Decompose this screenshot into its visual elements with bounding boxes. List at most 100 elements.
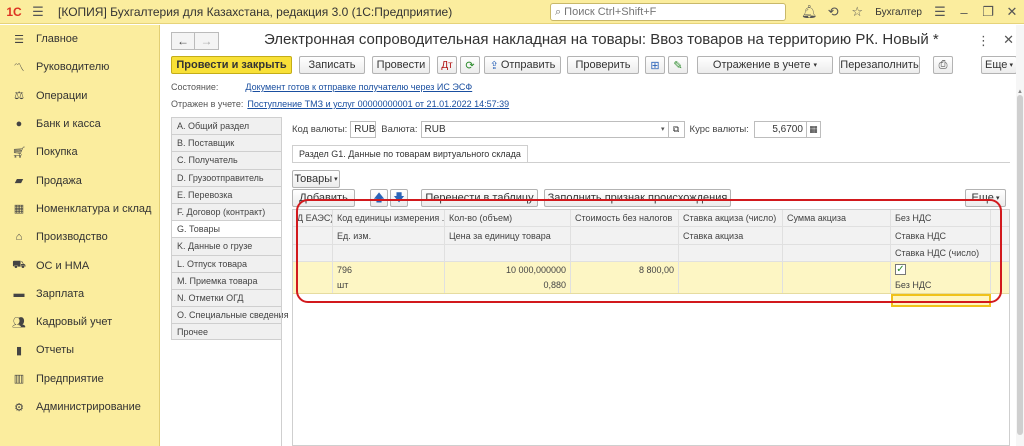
- tab-item[interactable]: K. Данные о грузе: [171, 237, 282, 255]
- reflected-link[interactable]: Поступление ТМЗ и услуг 00000000001 от 2…: [247, 99, 509, 109]
- tab-item[interactable]: Прочее: [171, 323, 282, 341]
- table-row[interactable]: шт 0,880 Без НДС: [293, 277, 1009, 294]
- table-cell[interactable]: Без НДС: [891, 277, 991, 293]
- currency-code-field[interactable]: RUB: [350, 120, 377, 138]
- tab-item[interactable]: G. Товары: [171, 220, 282, 238]
- forward-button[interactable]: →: [195, 32, 219, 50]
- table-row[interactable]: 796 10 000,000000 8 800,00 ✓: [293, 262, 1009, 277]
- table-cell[interactable]: шт: [333, 277, 445, 293]
- tab-item[interactable]: L. Отпуск товара: [171, 254, 282, 272]
- global-search[interactable]: ⌕: [550, 3, 786, 21]
- send-button[interactable]: ⇪ Отправить: [484, 56, 561, 74]
- table-cell[interactable]: 0,880: [445, 277, 571, 293]
- open-icon[interactable]: ⧉: [668, 120, 685, 138]
- document-toolbar: Провести и закрыть Записать Провести Дт …: [171, 56, 1017, 76]
- back-button[interactable]: ←: [171, 32, 195, 50]
- calculator-icon[interactable]: ▦: [806, 120, 821, 138]
- table-cell: [571, 227, 679, 244]
- arrow-down-icon[interactable]: 🡇: [390, 189, 408, 207]
- sidebar-item[interactable]: ☰ Главное: [0, 25, 159, 53]
- factory-icon: ⌂: [15, 231, 23, 244]
- goods-menu-button[interactable]: Товары ▾: [292, 170, 340, 188]
- state-link[interactable]: Документ готов к отправке получателю чер…: [245, 82, 472, 92]
- sidebar-item[interactable]: 🛒︎ Покупка: [0, 138, 159, 166]
- no-vat-checkbox[interactable]: ✓: [895, 264, 906, 275]
- trend-icon: 〽: [13, 62, 25, 75]
- bell-icon[interactable]: 🔔︎: [797, 0, 821, 24]
- subtab-divider: [292, 162, 1010, 163]
- table-cell: Ставка НДС: [891, 227, 991, 244]
- sidebar-item[interactable]: ● Банк и касса: [0, 110, 159, 138]
- tab-item[interactable]: B. Поставщик: [171, 134, 282, 152]
- main-menu-icon[interactable]: ☰: [28, 0, 48, 24]
- structure-icon[interactable]: ⊞: [645, 56, 665, 74]
- tab-section-g1[interactable]: Раздел G1. Данные по товарам виртуальног…: [292, 145, 528, 162]
- table-cell[interactable]: [679, 262, 783, 277]
- user-name[interactable]: Бухгалтер: [875, 7, 922, 18]
- active-cell[interactable]: [891, 294, 991, 307]
- wallet-icon: ▬: [13, 287, 25, 300]
- tab-item[interactable]: D. Грузоотправитель: [171, 168, 282, 186]
- save-button[interactable]: Записать: [299, 56, 365, 74]
- reflected-label: Отражен в учете:: [171, 99, 244, 109]
- table-cell[interactable]: [293, 262, 333, 277]
- table-cell[interactable]: [783, 277, 891, 293]
- refresh-icon[interactable]: ⟳: [460, 56, 480, 74]
- tab-item[interactable]: C. Получатель: [171, 151, 282, 169]
- rate-field[interactable]: 5,6700: [753, 120, 807, 138]
- scroll-thumb[interactable]: [1017, 95, 1023, 435]
- minimize-icon[interactable]: –: [952, 0, 976, 24]
- post-button[interactable]: Провести: [372, 56, 430, 74]
- table-cell[interactable]: [679, 277, 783, 293]
- table-cell[interactable]: ✓: [891, 262, 991, 277]
- table-cell[interactable]: [293, 277, 333, 293]
- tab-item[interactable]: E. Перевозка: [171, 185, 282, 203]
- sidebar-item[interactable]: 👥︎ Кадровый учет: [0, 308, 159, 336]
- table-more-button[interactable]: Еще ▾: [965, 189, 1006, 207]
- transfer-button[interactable]: Перенести в таблицу: [421, 189, 538, 207]
- more-label: Еще: [985, 59, 1008, 71]
- arrow-up-icon[interactable]: 🡅: [370, 189, 388, 207]
- sidebar-item[interactable]: ⚖ Операции: [0, 82, 159, 110]
- table-cell[interactable]: [783, 262, 891, 277]
- tab-item[interactable]: A. Общий раздел: [171, 117, 282, 135]
- dropdown-icon[interactable]: ▾: [661, 125, 665, 133]
- check-button[interactable]: Проверить: [567, 56, 639, 74]
- vertical-scrollbar[interactable]: ▲: [1016, 25, 1024, 446]
- history-icon[interactable]: ⟲: [821, 0, 845, 24]
- add-button[interactable]: Добавить: [292, 189, 355, 207]
- close-icon[interactable]: ✕: [1000, 0, 1024, 24]
- table-cell[interactable]: 10 000,000000: [445, 262, 571, 277]
- accounting-reflection-button[interactable]: Отражение в учете ▾: [697, 56, 833, 74]
- currency-field[interactable]: RUB ▾: [420, 120, 669, 138]
- table-cell[interactable]: [571, 277, 679, 293]
- search-input[interactable]: [564, 6, 765, 18]
- more-vertical-icon[interactable]: ⋮: [977, 33, 990, 49]
- tab-item[interactable]: M. Приемка товара: [171, 271, 282, 289]
- sidebar-item[interactable]: 〽 Руководителю: [0, 53, 159, 81]
- edit-pencil-icon[interactable]: ✎: [668, 56, 688, 74]
- tab-item[interactable]: O. Специальные сведения: [171, 306, 289, 324]
- more-button[interactable]: Еще ▾: [981, 56, 1017, 74]
- table-cell[interactable]: 796: [333, 262, 445, 277]
- sidebar-item[interactable]: ▬ Зарплата: [0, 280, 159, 308]
- sidebar-item[interactable]: ▦ Номенклатура и склад: [0, 195, 159, 223]
- tab-item[interactable]: N. Отметки ОГД: [171, 288, 282, 307]
- form-close-icon[interactable]: ✕: [1003, 32, 1014, 48]
- sidebar-item[interactable]: ⚙ Администрирование: [0, 393, 159, 421]
- sidebar-item[interactable]: ⛟ ОС и НМА: [0, 251, 159, 279]
- sidebar-item[interactable]: ⌂ Производство: [0, 223, 159, 251]
- refill-button[interactable]: Перезаполнить: [839, 56, 920, 74]
- tab-item[interactable]: F. Договор (контракт): [171, 202, 282, 221]
- table-cell[interactable]: 8 800,00: [571, 262, 679, 277]
- fill-origin-button[interactable]: Заполнить признак происхождения: [544, 189, 731, 207]
- cancel-posting-icon[interactable]: Дт: [437, 56, 457, 74]
- settings-menu-icon[interactable]: ☰: [928, 0, 952, 24]
- star-icon[interactable]: ☆: [845, 0, 869, 24]
- post-close-button[interactable]: Провести и закрыть: [171, 56, 292, 74]
- maximize-icon[interactable]: ❐: [976, 0, 1000, 24]
- sidebar-item[interactable]: ▮ Отчеты: [0, 336, 159, 364]
- sidebar-item[interactable]: ▰ Продажа: [0, 166, 159, 194]
- sidebar-item[interactable]: ▥ Предприятие: [0, 365, 159, 393]
- print-icon[interactable]: ⎙: [933, 56, 953, 74]
